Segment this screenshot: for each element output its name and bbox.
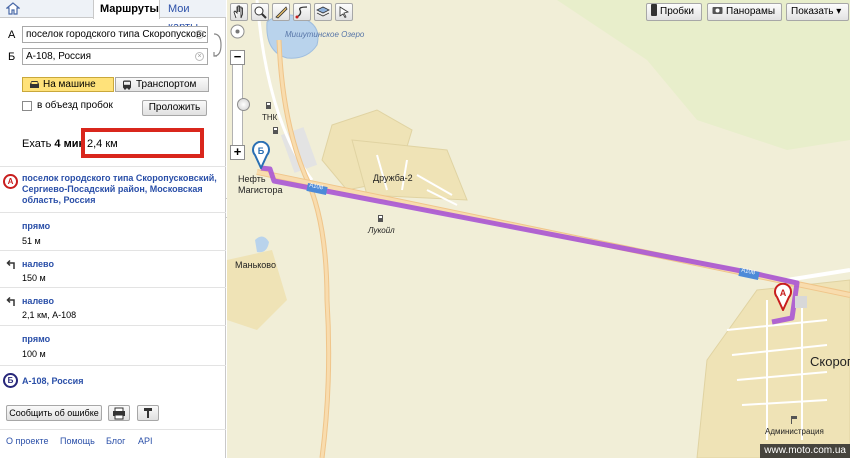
bus-icon [123, 80, 131, 90]
gas-station-icon[interactable] [272, 126, 280, 135]
map-label-tnk: ТНК [262, 113, 278, 122]
route-distance: 2,4 км [87, 138, 118, 150]
step-distance: 150 м [22, 273, 46, 283]
swap-points-icon[interactable] [212, 32, 222, 58]
step-direction: прямо [22, 221, 51, 231]
panoramas-button[interactable]: Панорамы [707, 3, 782, 21]
tab-bar: Маршруты Мои карты [0, 0, 226, 33]
destination-pin-icon[interactable]: Б [251, 141, 271, 169]
gas-station-icon[interactable] [265, 101, 273, 110]
map-label-neft: Нефть [238, 174, 266, 184]
footer-help-link[interactable]: Помощь [60, 436, 95, 446]
origin-address[interactable]: поселок городского типа Скоропусковский,… [22, 173, 217, 206]
home-icon[interactable] [6, 2, 20, 15]
map-label-lake: Мишутинское Озеро [285, 30, 365, 39]
destination-marker-icon: Б [3, 373, 18, 388]
zoom-pan-icon[interactable] [230, 24, 245, 39]
zoom-slider-track[interactable] [232, 65, 250, 145]
step-direction: прямо [22, 334, 51, 344]
point-a-letter: А [8, 29, 16, 41]
step-distance: 100 м [22, 349, 46, 359]
zoom-slider-knob[interactable] [237, 98, 250, 111]
map-label-druzhba: Дружба-2 [373, 173, 413, 183]
flag-icon [791, 416, 797, 424]
list-item[interactable]: налево 150 м [0, 250, 226, 287]
map-label-village: Скороп [810, 354, 850, 369]
route-summary: Ехать 4 мин [22, 138, 85, 150]
traffic-light-icon [651, 4, 657, 16]
mode-transit-button[interactable]: Транспортом [115, 77, 209, 92]
list-item[interactable]: налево 2,1 км, А-108 [0, 287, 226, 325]
show-layers-dropdown[interactable]: Показать ▾ [786, 3, 849, 21]
list-item[interactable]: прямо 51 м [0, 212, 226, 250]
origin-pin-icon[interactable]: А [773, 283, 793, 311]
sidebar: Маршруты Мои карты А поселок городского … [0, 0, 226, 458]
summary-prefix: Ехать [22, 138, 52, 150]
map-label-lukoil: Лукойл [368, 226, 395, 235]
avoid-traffic-label: в объезд пробок [37, 100, 113, 111]
pin-b-letter: Б [258, 146, 265, 156]
panoramas-label: Панорамы [726, 6, 776, 17]
step-direction: налево [22, 259, 54, 269]
map-label-mankovo: Маньково [235, 260, 276, 270]
pin-a-letter: А [780, 288, 787, 298]
report-error-button[interactable]: Сообщить об ошибке [6, 405, 102, 421]
route-icon [295, 6, 308, 19]
tab-routes[interactable]: Маршруты [93, 0, 160, 19]
map-graphics [227, 0, 850, 458]
link-button[interactable] [137, 405, 159, 421]
printer-icon [113, 407, 125, 420]
tab-my-maps[interactable]: Мои карты [162, 0, 226, 33]
zoom-out-button[interactable]: − [230, 50, 245, 65]
traffic-label: Пробки [660, 6, 694, 17]
footer-links: О проекте Помощь Блог API [0, 429, 226, 458]
magnifier-tool-button[interactable] [251, 3, 269, 21]
watermark: www.moto.com.ua [760, 444, 850, 458]
footer-api-link[interactable]: API [138, 436, 153, 446]
clear-icon[interactable]: × [195, 52, 204, 61]
point-a-input[interactable]: поселок городского типа Скоропусковс × [22, 26, 208, 43]
ruler-tool-button[interactable] [272, 3, 290, 21]
build-route-button[interactable]: Проложить [142, 100, 207, 116]
turn-left-icon [6, 259, 15, 269]
origin-marker-icon: А [3, 174, 18, 189]
step-direction: налево [22, 296, 54, 306]
step-distance: 2,1 км, А-108 [22, 310, 77, 320]
point-b-input[interactable]: А-108, Россия × [22, 48, 208, 65]
cursor-tool-button[interactable] [335, 3, 353, 21]
mode-car-label: На машине [43, 79, 96, 90]
footer-blog-link[interactable]: Блог [106, 436, 125, 446]
hand-tool-button[interactable] [230, 3, 248, 21]
point-a-value: поселок городского типа Скоропусковс [26, 29, 207, 40]
layers-icon [316, 6, 330, 17]
clear-icon[interactable]: × [195, 30, 204, 39]
footer-about-link[interactable]: О проекте [6, 436, 48, 446]
turn-left-icon [6, 296, 15, 306]
cursor-icon [339, 6, 350, 19]
destination-address[interactable]: А-108, Россия [22, 376, 83, 386]
avoid-traffic-checkbox[interactable] [22, 101, 32, 111]
point-b-value: А-108, Россия [26, 51, 92, 62]
route-tool-button[interactable] [293, 3, 311, 21]
car-icon [30, 81, 39, 88]
point-b-letter: Б [8, 51, 16, 63]
layers-tool-button[interactable] [314, 3, 332, 21]
map-label-admin: Администрация [765, 427, 824, 436]
map-canvas[interactable]: А108 А108 Мишутинское Озеро ТНК Нефть Ма… [227, 0, 850, 458]
hand-icon [233, 5, 243, 19]
print-button[interactable] [108, 405, 130, 421]
magnifier-icon [254, 6, 267, 19]
ruler-icon [275, 6, 288, 19]
step-distance: 51 м [22, 236, 41, 246]
mode-transit-label: Транспортом [136, 79, 197, 90]
mode-car-button[interactable]: На машине [22, 77, 114, 92]
list-item[interactable]: прямо 100 м [0, 325, 226, 365]
gas-station-icon[interactable] [377, 214, 385, 223]
zoom-in-button[interactable]: + [230, 145, 245, 160]
traffic-button[interactable]: Пробки [646, 3, 702, 21]
map-label-magistor: Магистора [238, 185, 283, 195]
pin-icon [144, 408, 152, 418]
camera-icon [712, 7, 723, 14]
